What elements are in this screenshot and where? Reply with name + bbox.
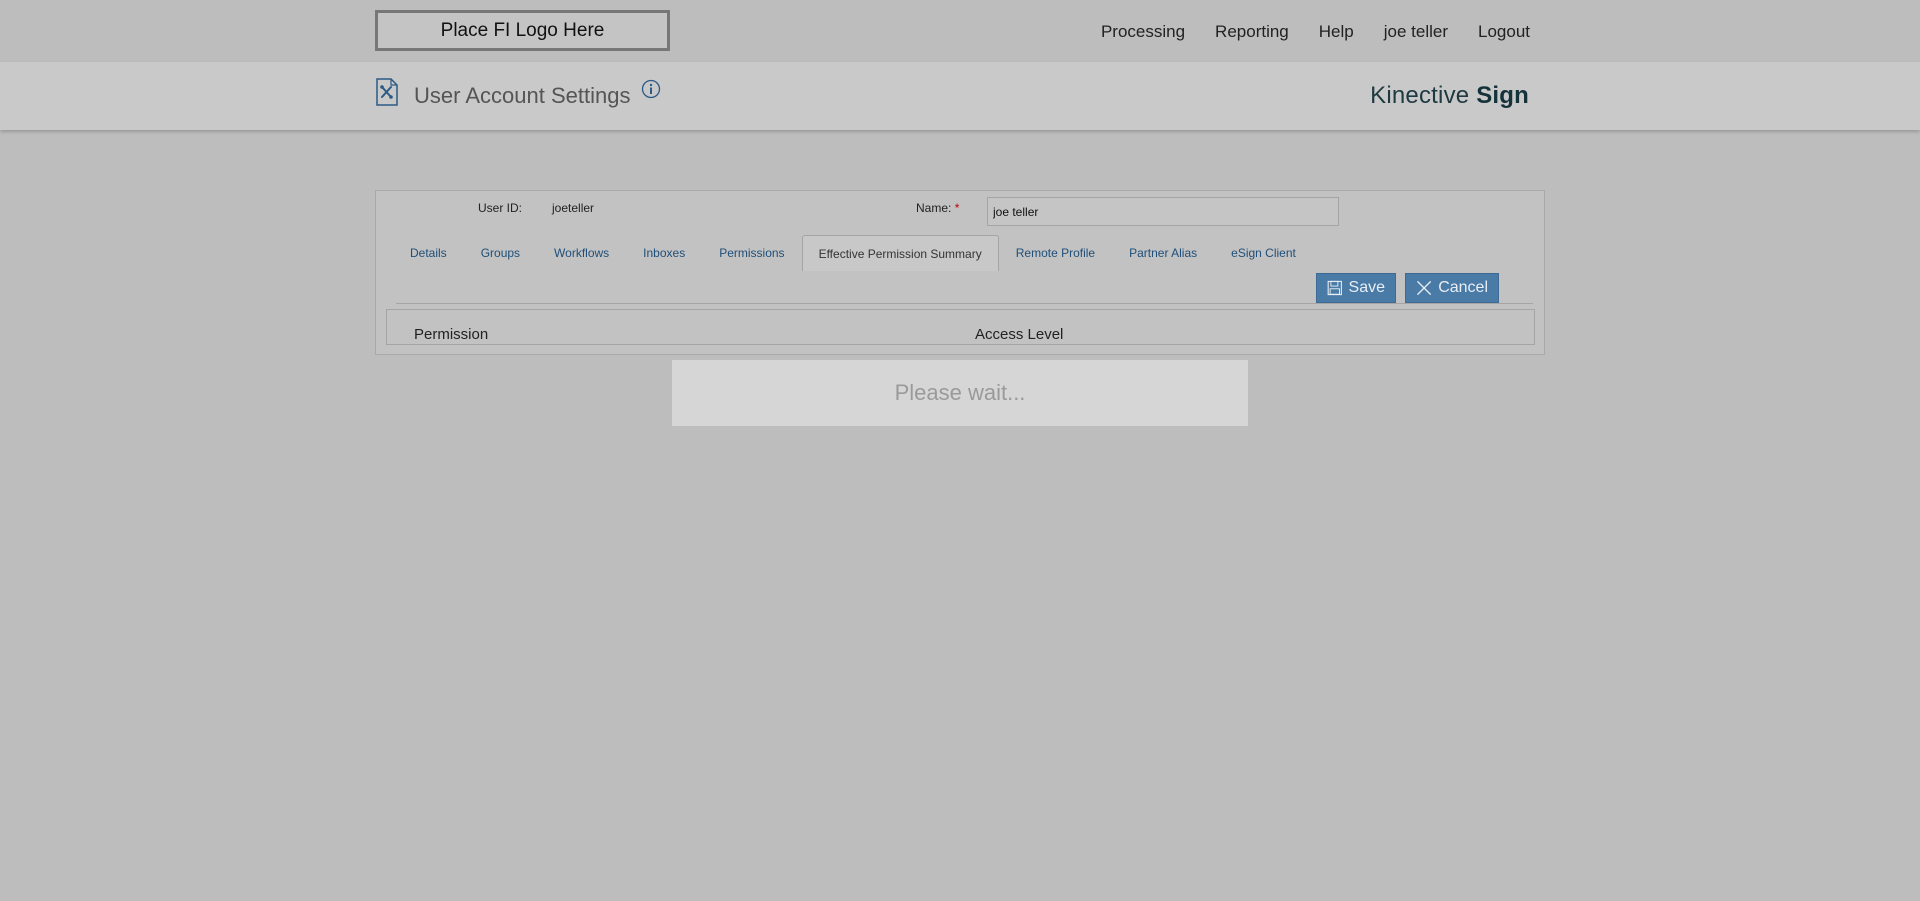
name-label-text: Name: [916, 201, 952, 215]
page-title: User Account Settings [414, 83, 631, 108]
brand-regular: Kinective [1370, 82, 1477, 109]
nav-reporting[interactable]: Reporting [1215, 22, 1289, 42]
info-icon[interactable] [641, 79, 661, 99]
loading-overlay: Please wait... [672, 360, 1248, 426]
fi-logo-placeholder[interactable]: Place FI Logo Here [375, 10, 670, 51]
user-settings-document-icon [376, 78, 398, 106]
nav-help[interactable]: Help [1319, 22, 1354, 42]
nav-logout[interactable]: Logout [1478, 22, 1530, 42]
tab-groups[interactable]: Groups [464, 246, 537, 271]
permission-table-header: Permission Access Level [386, 309, 1535, 345]
tab-bar: Details Groups Workflows Inboxes Permiss… [393, 231, 1313, 271]
cancel-button[interactable]: Cancel [1405, 273, 1499, 303]
nav-processing[interactable]: Processing [1101, 22, 1185, 42]
user-account-panel: User ID: joeteller Name: * Details Group… [375, 190, 1545, 355]
tab-workflows[interactable]: Workflows [537, 246, 626, 271]
tab-details[interactable]: Details [393, 246, 464, 271]
brand-bold: Sign [1476, 82, 1529, 109]
close-icon [1417, 280, 1432, 296]
required-marker: * [954, 201, 960, 215]
column-access-level: Access Level [975, 326, 1064, 343]
user-id-label: User ID: [478, 201, 523, 215]
tab-partner-alias[interactable]: Partner Alias [1112, 246, 1214, 271]
tab-permissions[interactable]: Permissions [702, 246, 801, 271]
tab-effective-permission-summary[interactable]: Effective Permission Summary [801, 235, 999, 271]
loading-message: Please wait... [894, 380, 1026, 405]
tab-content-divider [396, 303, 1533, 304]
cancel-label: Cancel [1438, 279, 1488, 296]
name-label: Name: * [916, 201, 959, 215]
logo-text: Place FI Logo Here [440, 19, 605, 41]
name-input[interactable] [987, 197, 1339, 226]
nav-user[interactable]: joe teller [1384, 22, 1448, 42]
tab-esign-client[interactable]: eSign Client [1214, 246, 1313, 271]
user-id-value: joeteller [552, 201, 595, 215]
top-nav: Processing Reporting Help joe teller Log… [1101, 22, 1530, 42]
save-button[interactable]: Save [1316, 273, 1396, 303]
top-header: Place FI Logo Here Processing Reporting … [0, 0, 1920, 62]
page-header: User Account Settings Kinective Sign [0, 62, 1920, 130]
column-permission: Permission [414, 326, 489, 343]
save-label: Save [1348, 279, 1385, 296]
tab-inboxes[interactable]: Inboxes [626, 246, 702, 271]
tab-remote-profile[interactable]: Remote Profile [999, 246, 1112, 271]
brand-logo: Kinective Sign [1370, 82, 1529, 110]
floppy-disk-icon [1327, 280, 1342, 296]
